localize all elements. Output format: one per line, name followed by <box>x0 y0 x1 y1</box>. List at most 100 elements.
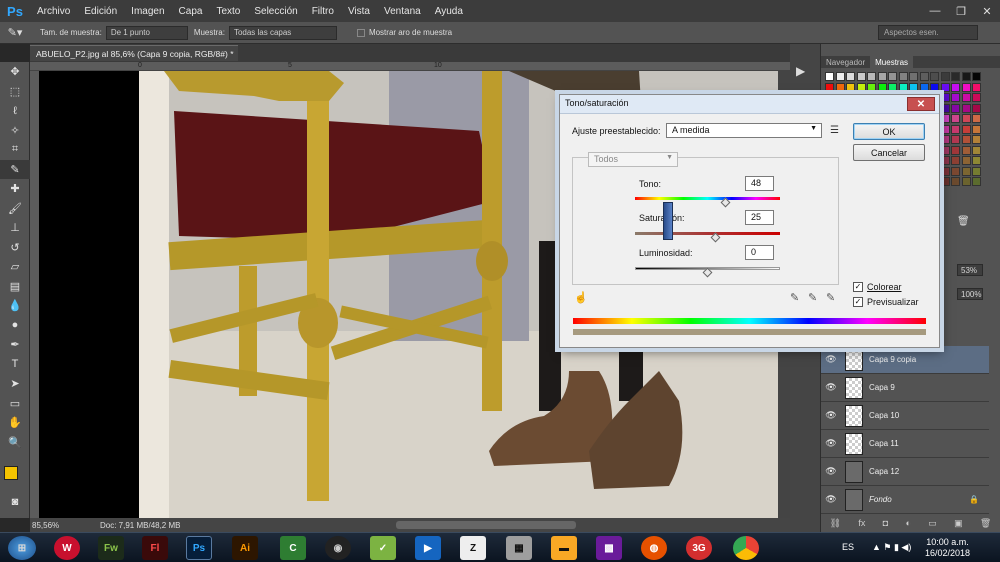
color-swatch[interactable] <box>951 156 960 165</box>
color-swatch[interactable] <box>940 103 950 113</box>
lasso-icon[interactable]: ℓ <box>0 101 30 121</box>
color-swatch[interactable] <box>951 103 960 113</box>
dodge-icon[interactable]: ● <box>0 316 30 336</box>
color-swatch[interactable] <box>951 72 960 81</box>
color-swatch[interactable] <box>951 135 960 144</box>
history-brush-icon[interactable]: ↺ <box>0 238 30 258</box>
adjustment-icon[interactable]: ◐ <box>905 518 910 532</box>
media-icon[interactable]: ◉ <box>325 536 351 560</box>
menu-archivo[interactable]: Archivo <box>30 6 77 17</box>
document-tab[interactable]: ABUELO_P2.jpg al 85,6% (Capa 9 copia, RG… <box>30 45 238 61</box>
delete-layer-icon[interactable]: 🗑 <box>980 518 991 532</box>
color-swatch[interactable] <box>888 72 897 81</box>
tab-navegador[interactable]: Navegador <box>821 56 870 68</box>
color-swatch[interactable] <box>940 72 950 81</box>
menu-ventana[interactable]: Ventana <box>377 6 428 17</box>
layer-row[interactable]: 👁 Fondo 🔒 <box>821 486 989 514</box>
app-icon[interactable]: 3G <box>686 536 712 560</box>
menu-texto[interactable]: Texto <box>209 6 247 17</box>
color-swatch[interactable] <box>919 82 929 92</box>
fill-field[interactable]: 100% <box>957 288 983 300</box>
move-icon[interactable]: ✥ <box>0 62 30 82</box>
color-swatch[interactable] <box>867 72 876 81</box>
hand-icon[interactable]: ✋ <box>0 413 30 433</box>
color-swatch[interactable] <box>972 72 981 81</box>
pen-icon[interactable]: ✒ <box>0 335 30 355</box>
color-swatch[interactable] <box>846 82 855 92</box>
color-swatch[interactable] <box>940 156 950 165</box>
preset-options-icon[interactable]: ☰ <box>830 125 839 136</box>
blur-icon[interactable]: 💧 <box>0 296 30 316</box>
illustrator-icon[interactable]: Ai <box>232 536 258 560</box>
workspace-select[interactable]: Aspectos esen. <box>878 25 978 40</box>
color-swatch[interactable] <box>877 82 887 92</box>
color-swatch[interactable] <box>856 82 866 92</box>
color-swatch[interactable] <box>961 124 971 134</box>
saturation-slider-track[interactable] <box>635 232 780 235</box>
photoshop-taskbar-icon[interactable]: Ps <box>186 536 212 560</box>
color-swatch[interactable] <box>951 145 960 155</box>
color-swatch[interactable] <box>940 177 950 186</box>
layer-row[interactable]: 👁 Capa 9 <box>821 374 989 402</box>
menu-capa[interactable]: Capa <box>172 6 210 17</box>
play-icon[interactable]: ▶ <box>796 64 805 78</box>
chrome-icon[interactable] <box>733 536 759 560</box>
preset-select[interactable]: A medida ▼ <box>666 123 822 138</box>
eyedropper-icon[interactable]: ✎ <box>790 291 799 304</box>
color-swatch[interactable] <box>877 72 887 81</box>
color-swatch[interactable] <box>835 72 845 81</box>
hand-adjust-icon[interactable]: ☝ <box>574 291 588 304</box>
menu-edicion[interactable]: Edición <box>77 6 124 17</box>
stamp-icon[interactable]: ⊥ <box>0 218 30 238</box>
brush-icon[interactable]: 🖌 <box>0 199 30 219</box>
color-swatch[interactable] <box>940 114 950 123</box>
foreground-color-swatch[interactable] <box>4 466 18 480</box>
hue-slider-track[interactable] <box>635 197 780 200</box>
color-swatch[interactable] <box>961 145 971 155</box>
color-swatch[interactable] <box>972 82 981 92</box>
zoom-level[interactable]: 85,56% <box>30 521 100 530</box>
color-swatch[interactable] <box>867 82 876 92</box>
eye-icon[interactable]: 👁 <box>821 466 841 477</box>
color-swatch[interactable] <box>909 72 918 81</box>
color-swatch[interactable] <box>930 72 939 81</box>
eraser-icon[interactable]: ▱ <box>0 257 30 277</box>
color-swatch[interactable] <box>835 82 845 92</box>
ok-button[interactable]: OK <box>853 123 925 140</box>
path-select-icon[interactable]: ➤ <box>0 374 30 394</box>
quick-select-icon[interactable]: ✧ <box>0 121 30 141</box>
app-icon[interactable]: ✓ <box>370 536 396 560</box>
quick-mask-icon[interactable]: ◙ <box>0 492 30 512</box>
cancel-button[interactable]: Cancelar <box>853 144 925 161</box>
color-swatch[interactable] <box>909 82 918 92</box>
eyedropper-minus-icon[interactable]: ✎ <box>826 291 835 304</box>
channel-select[interactable]: Todos ▼ <box>588 152 678 167</box>
eyedropper-preset-icon[interactable]: ✎▾ <box>0 26 30 39</box>
fireworks-icon[interactable]: Fw <box>98 536 124 560</box>
color-swatch[interactable] <box>972 156 981 165</box>
color-swatch[interactable] <box>961 166 971 176</box>
show-ring-checkbox[interactable] <box>356 28 365 37</box>
eye-icon[interactable]: 👁 <box>821 354 841 365</box>
crop-icon[interactable]: ⌗ <box>0 140 30 160</box>
tray-icons[interactable]: ▲ ⚑ ▮ ◀) <box>872 542 911 553</box>
maximize-button[interactable]: ❐ <box>948 0 974 22</box>
trash-icon[interactable]: 🗑 <box>957 216 970 227</box>
color-swatch[interactable] <box>940 124 950 134</box>
type-icon[interactable]: T <box>0 355 30 375</box>
color-swatch[interactable] <box>951 166 960 176</box>
healing-icon[interactable]: ✚ <box>0 179 30 199</box>
color-swatch[interactable] <box>972 166 981 176</box>
color-swatch[interactable] <box>972 93 981 102</box>
color-swatch[interactable] <box>825 72 834 81</box>
fx-icon[interactable]: fx <box>858 518 865 532</box>
app-icon[interactable]: C <box>280 536 306 560</box>
folder-icon[interactable]: ▬ <box>551 536 577 560</box>
marquee-icon[interactable]: ⬚ <box>0 82 30 102</box>
start-button[interactable]: ⊞ <box>8 536 36 560</box>
color-swatch[interactable] <box>972 103 981 113</box>
new-layer-icon[interactable]: ▣ <box>954 518 963 532</box>
layer-row[interactable]: 👁 Capa 9 copia <box>821 346 989 374</box>
color-swatch[interactable] <box>919 72 929 81</box>
eyedropper-plus-icon[interactable]: ✎ <box>808 291 817 304</box>
